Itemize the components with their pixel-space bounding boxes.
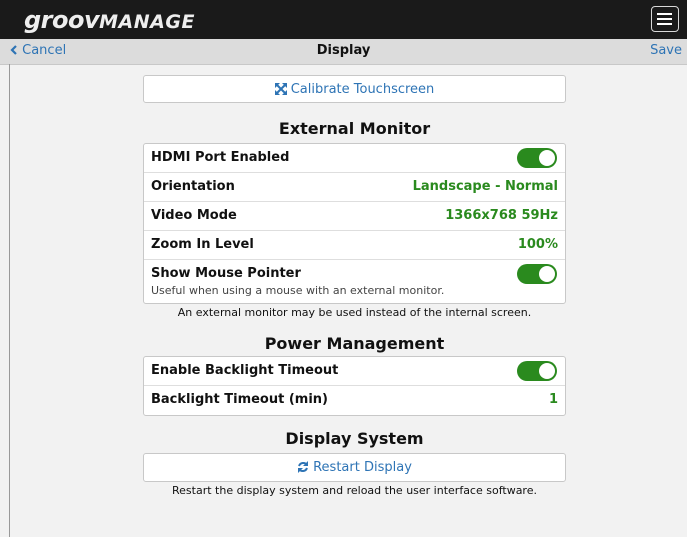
save-button[interactable]: Save	[650, 43, 682, 58]
calibrate-label: Calibrate Touchscreen	[290, 82, 435, 97]
restart-display-label: Restart Display	[313, 460, 412, 475]
restart-display-button[interactable]: Restart Display	[143, 453, 566, 482]
top-bar: groovMANAGE	[0, 0, 687, 39]
display-settings: Calibrate Touchscreen External Monitor H…	[143, 75, 566, 497]
display-system-heading: Display System	[285, 429, 424, 448]
orientation-value[interactable]: Landscape - Normal	[413, 179, 558, 194]
left-divider	[9, 64, 10, 537]
display-system-note: Restart the display system and reload th…	[172, 484, 537, 497]
nav-bar: Cancel Display Save	[0, 39, 687, 65]
menu-icon	[657, 13, 672, 15]
zoom-level-label: Zoom In Level	[151, 237, 254, 252]
hdmi-port-toggle[interactable]	[517, 148, 557, 168]
external-monitor-heading: External Monitor	[278, 119, 431, 138]
backlight-timeout-value[interactable]: 1	[549, 392, 558, 407]
video-mode-row[interactable]: Video Mode 1366x768 59Hz	[144, 202, 565, 231]
zoom-level-value[interactable]: 100%	[518, 237, 558, 252]
refresh-icon	[298, 461, 309, 473]
hamburger-menu-button[interactable]	[651, 6, 679, 32]
video-mode-value[interactable]: 1366x768 59Hz	[445, 208, 558, 223]
external-monitor-group: HDMI Port Enabled Orientation Landscape …	[143, 143, 566, 304]
video-mode-label: Video Mode	[151, 208, 237, 223]
orientation-label: Orientation	[151, 179, 235, 194]
mouse-pointer-description: Useful when using a mouse with an extern…	[151, 284, 445, 297]
hdmi-port-row: HDMI Port Enabled	[144, 144, 565, 173]
backlight-enable-label: Enable Backlight Timeout	[151, 363, 339, 378]
orientation-row[interactable]: Orientation Landscape - Normal	[144, 173, 565, 202]
page-title: Display	[316, 43, 371, 58]
calibrate-touchscreen-button[interactable]: Calibrate Touchscreen	[143, 75, 566, 103]
power-management-heading: Power Management	[264, 334, 445, 353]
expand-arrows-icon	[274, 83, 287, 95]
power-management-group: Enable Backlight Timeout Backlight Timeo…	[143, 356, 566, 416]
mouse-pointer-label: Show Mouse Pointer	[151, 266, 301, 281]
backlight-timeout-label: Backlight Timeout (min)	[151, 392, 328, 407]
backlight-timeout-enable-row: Enable Backlight Timeout	[144, 357, 565, 386]
zoom-level-row[interactable]: Zoom In Level 100%	[144, 231, 565, 260]
backlight-timeout-toggle[interactable]	[517, 361, 557, 381]
groov-manage-logo: groovMANAGE	[24, 6, 195, 34]
external-monitor-note: An external monitor may be used instead …	[177, 306, 532, 319]
hdmi-port-label: HDMI Port Enabled	[151, 150, 290, 165]
mouse-pointer-row: Show Mouse Pointer Useful when using a m…	[144, 260, 565, 303]
backlight-timeout-row[interactable]: Backlight Timeout (min) 1	[144, 386, 565, 415]
mouse-pointer-toggle[interactable]	[517, 264, 557, 284]
